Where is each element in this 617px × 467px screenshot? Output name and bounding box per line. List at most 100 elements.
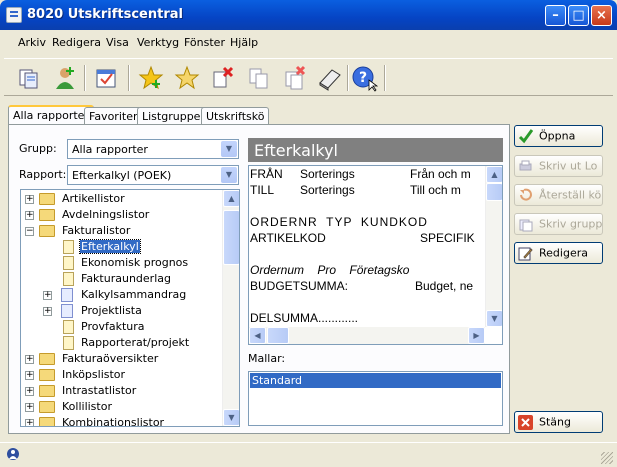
minimize-button[interactable]: – [545, 5, 566, 26]
tree-item-label: Fakturaöversikter [62, 352, 159, 365]
tab-alla-rapporter[interactable]: Alla rapporter [8, 105, 94, 126]
menu-verktyg[interactable]: Verktyg [137, 36, 179, 49]
copy-icon[interactable] [245, 64, 273, 92]
reset-icon [520, 188, 532, 201]
folder-icon [39, 417, 55, 426]
templates-list[interactable]: Standard [248, 371, 503, 426]
document-icon [63, 256, 74, 270]
report-tree[interactable]: + Kombinationslistor + Kollilistor + Intrasta… [20, 189, 240, 427]
reset-queue-button[interactable]: Återställ kö [514, 184, 603, 206]
help-icon[interactable]: ? [350, 64, 378, 92]
expand-icon[interactable]: + [25, 419, 34, 426]
preview-line: TILL Sorterings Till och m [250, 183, 461, 197]
menu-redigera[interactable]: Redigera [52, 36, 101, 49]
expand-icon[interactable]: + [43, 307, 52, 316]
tab-listgrupper[interactable]: Listgrupper [137, 107, 210, 125]
toolbar-separator [84, 65, 86, 91]
preview-title: Efterkalkyl [248, 138, 503, 162]
preview-line: BUDGETSUMMA: Budget, ne [250, 279, 474, 293]
expand-icon[interactable]: + [25, 211, 34, 220]
edit-icon [518, 247, 533, 261]
delete-icon[interactable] [209, 64, 237, 92]
star-icon[interactable] [173, 64, 201, 92]
scroll-down-button[interactable]: ▼ [486, 310, 502, 327]
expand-icon[interactable]: + [25, 355, 34, 364]
report-icon[interactable] [15, 64, 43, 92]
scroll-up-button[interactable]: ▲ [486, 166, 502, 183]
close-button[interactable]: Stäng [514, 411, 603, 433]
report-panel: Grupp: Alla rapporter ▼ Rapport: Efterka… [8, 124, 510, 434]
expand-icon[interactable]: + [25, 387, 34, 396]
template-item[interactable]: Standard [250, 373, 501, 388]
tree-item-label: Inköpslistor [62, 368, 126, 381]
tree-item-label: Rapporterat/projekt [81, 336, 190, 349]
report-select[interactable]: Efterkalkyl (POEK) ▼ [67, 165, 239, 185]
resize-grip[interactable] [601, 452, 613, 464]
svg-text:?: ? [359, 70, 367, 86]
scroll-thumb[interactable] [267, 327, 289, 344]
toolbar-separator [384, 65, 386, 91]
delete-copy-icon[interactable] [281, 64, 309, 92]
scroll-right-button[interactable]: ▶ [468, 327, 485, 344]
chevron-down-icon[interactable]: ▼ [221, 141, 237, 157]
document-icon [63, 272, 74, 286]
tree-item-label: Fakturalistor [62, 224, 131, 237]
menu-visa[interactable]: Visa [106, 36, 129, 49]
print-group-button[interactable]: Skriv grupp [514, 213, 603, 235]
close-window-button[interactable]: × [591, 5, 612, 26]
document-icon [63, 240, 74, 254]
calendar-check-icon[interactable] [92, 64, 120, 92]
user-icon [7, 448, 19, 460]
expand-icon[interactable]: + [25, 195, 34, 204]
edit-button[interactable]: Redigera [514, 242, 603, 264]
expand-icon[interactable]: + [25, 403, 34, 412]
preview-line: FRÅN Sorterings Från och m [250, 167, 471, 181]
collapse-icon[interactable]: − [25, 227, 34, 236]
scroll-left-button[interactable]: ◀ [249, 327, 266, 344]
chevron-down-icon[interactable]: ▼ [221, 167, 237, 183]
window-title: 8020 Utskriftscentral [27, 7, 183, 22]
expand-icon[interactable]: + [43, 291, 52, 300]
tree-item-label: Intrastatlistor [62, 384, 137, 397]
folder-icon [39, 353, 55, 365]
report-preview[interactable]: FRÅN Sorterings Från och m TILL Sorterings T… [248, 165, 503, 345]
tab-favoriter[interactable]: Favoriter [84, 107, 143, 125]
maximize-button[interactable]: □ [568, 5, 589, 26]
toolbar-separator [347, 65, 349, 91]
tab-utskriftsko[interactable]: Utskriftskö [201, 107, 270, 125]
folder-icon [39, 225, 55, 237]
tree-item-label: Kollilistor [62, 400, 112, 413]
tree-item-label: Kombinationslistor [62, 416, 165, 427]
add-user-icon[interactable] [51, 64, 79, 92]
menu-hjalp[interactable]: Hjälp [230, 36, 258, 49]
report-group-icon [61, 304, 73, 318]
report-select-value: Efterkalkyl (POEK) [72, 169, 172, 182]
folder-icon [39, 369, 55, 381]
scroll-thumb[interactable] [223, 210, 239, 265]
title-bar[interactable]: 8020 Utskriftscentral – □ × [0, 0, 617, 30]
menu-arkiv[interactable]: Arkiv [18, 36, 46, 49]
folder-icon [39, 209, 55, 221]
print-button[interactable]: Skriv ut Lo [514, 155, 603, 177]
preview-line: ARTIKELKOD SPECIFIK [250, 231, 475, 245]
toolbar-separator [128, 65, 130, 91]
preview-hscrollbar[interactable]: ◀ ▶ [249, 327, 485, 344]
scroll-thumb[interactable] [486, 183, 502, 201]
book-icon[interactable] [316, 64, 344, 92]
new-star-icon[interactable] [137, 64, 165, 92]
menu-fonster[interactable]: Fönster [184, 36, 225, 49]
document-icon [63, 336, 74, 350]
tree-scrollbar[interactable]: ▲ ▼ [222, 190, 239, 426]
preview-line: DELSUMMA............ [250, 311, 359, 325]
document-icon [63, 320, 74, 334]
folder-icon [39, 385, 55, 397]
print-group-icon [519, 219, 533, 232]
preview-vscrollbar[interactable]: ▲ ▼ [485, 166, 502, 327]
open-button[interactable]: Öppna [514, 125, 603, 147]
scroll-up-button[interactable]: ▲ [223, 190, 239, 207]
scroll-down-button[interactable]: ▼ [223, 409, 239, 426]
group-select[interactable]: Alla rapporter ▼ [67, 139, 239, 159]
app-icon [6, 7, 22, 23]
expand-icon[interactable]: + [25, 371, 34, 380]
check-icon [518, 129, 533, 144]
